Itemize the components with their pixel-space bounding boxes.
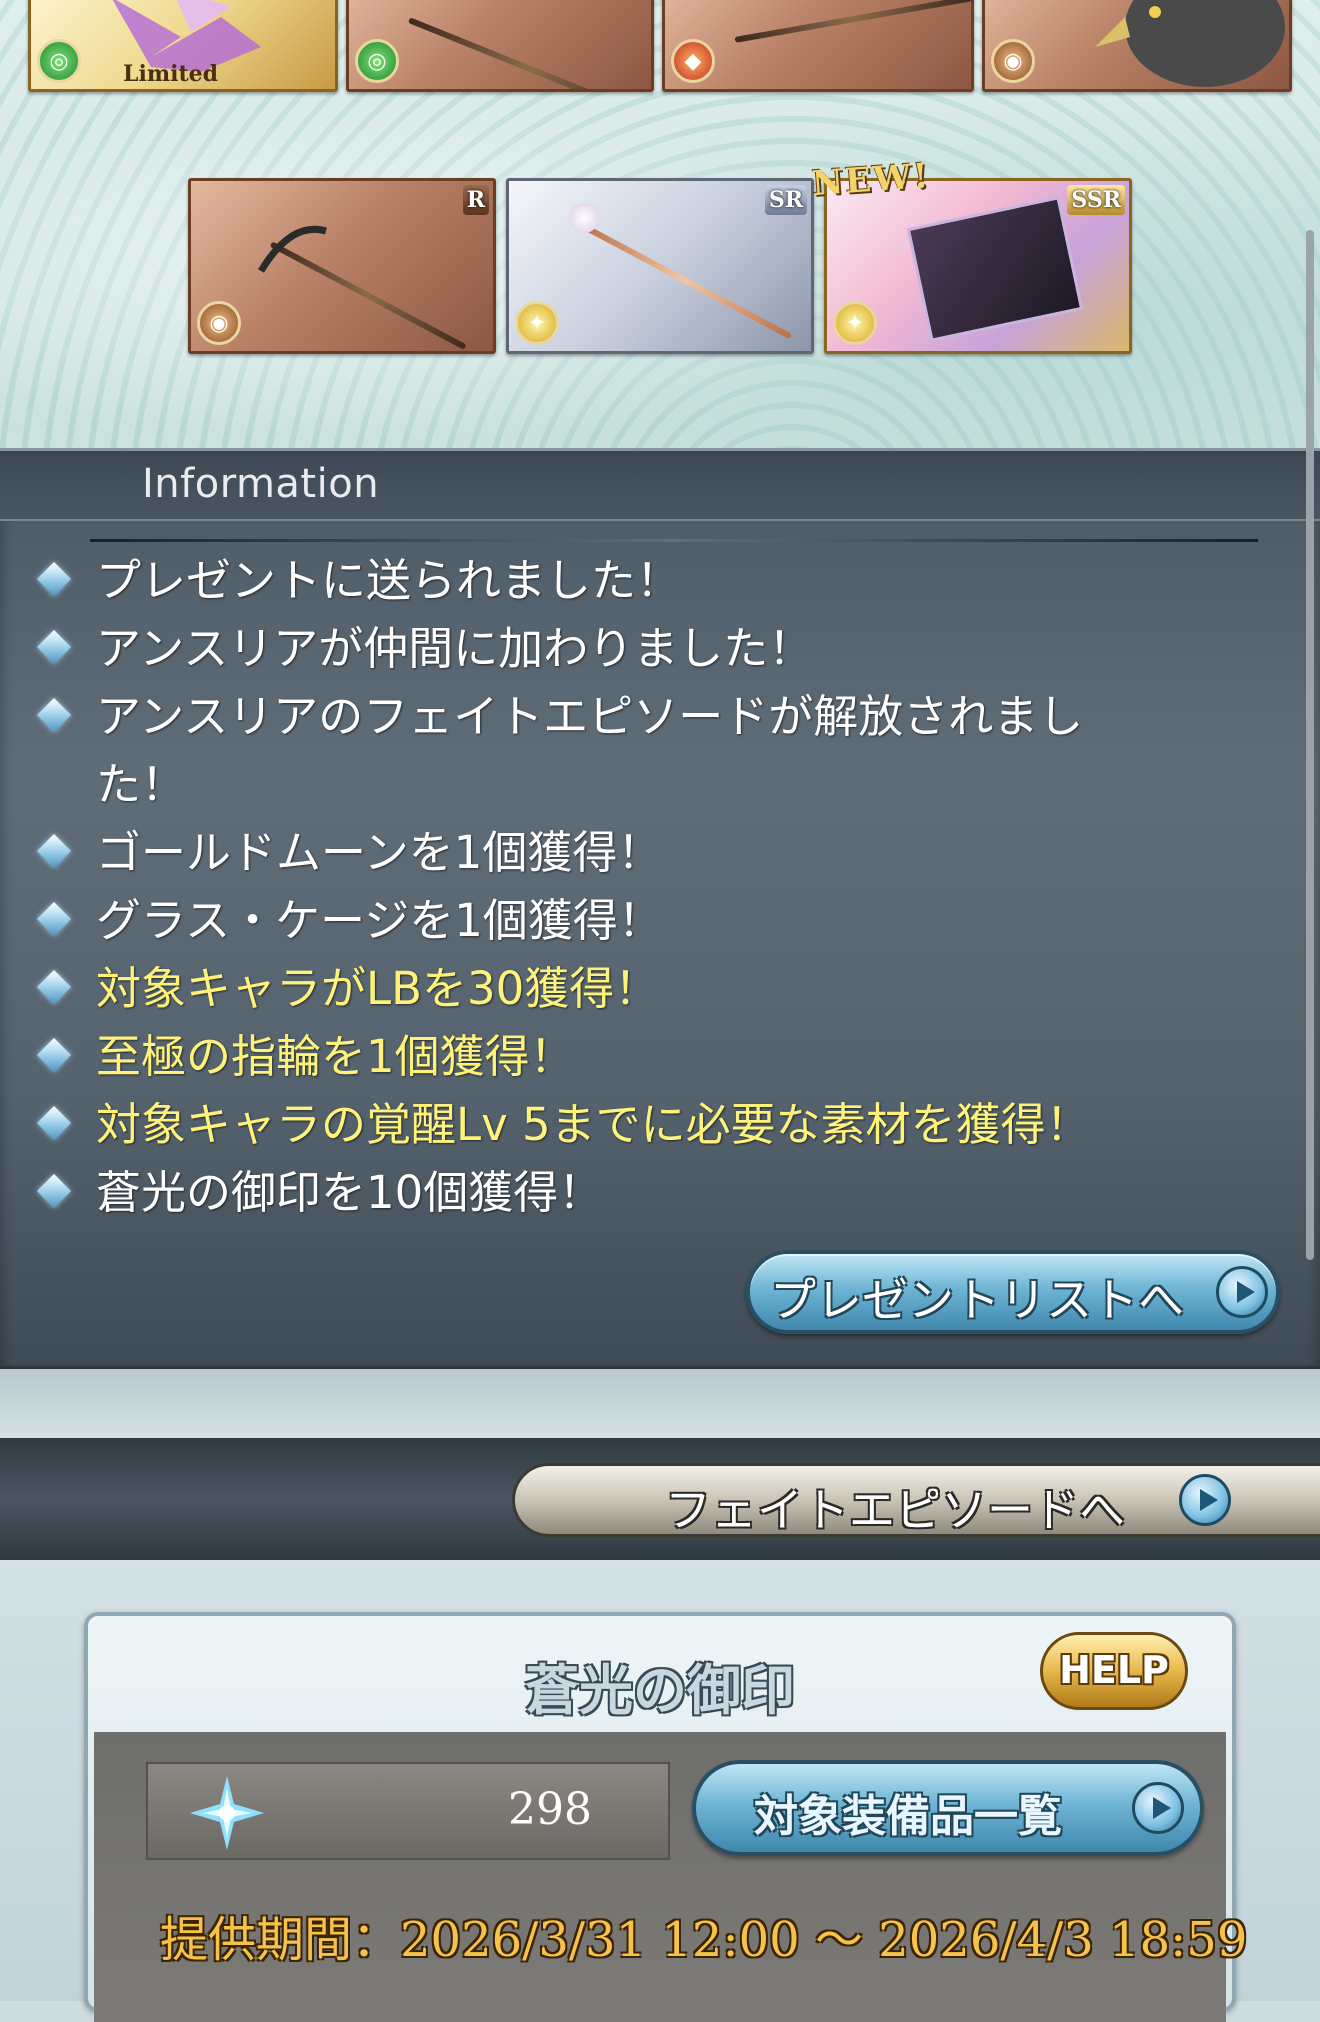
- target-equipment-button[interactable]: 対象装備品一覧: [692, 1760, 1204, 1856]
- rarity-badge: R: [462, 185, 489, 215]
- message-list: プレゼントに送られました！ アンスリアが仲間に加わりました！ アンスリアのフェイ…: [0, 547, 1300, 1227]
- diamond-bullet-icon: [37, 1038, 71, 1072]
- rarity-badge: SR: [764, 185, 807, 215]
- message-text: アンスリアのフェイトエピソードが解放されました！: [96, 690, 1084, 811]
- diamond-bullet-icon: [37, 834, 71, 868]
- present-list-label: プレゼントリストへ: [770, 1273, 1184, 1327]
- message-text: 蒼光の御印を10個獲得！: [96, 1166, 604, 1219]
- message-text: 対象キャラの覚醒Lv 5までに必要な素材を獲得！: [96, 1098, 1091, 1151]
- message-text: グラス・ケージを1個獲得！: [96, 894, 663, 947]
- wind-icon: ◎: [355, 39, 399, 83]
- light-icon: ✦: [515, 301, 559, 345]
- seal-count-box: 298: [146, 1762, 670, 1860]
- item-tile-limited[interactable]: ◎ Limited: [28, 0, 338, 92]
- message-item: アンスリアが仲間に加わりました！: [0, 615, 1300, 683]
- help-button[interactable]: HELP: [1040, 1632, 1188, 1710]
- target-equipment-label: 対象装備品一覧: [754, 1791, 1062, 1842]
- diamond-bullet-icon: [37, 1174, 71, 1208]
- seal-body: 298 対象装備品一覧 提供期間：2026/3/31 12:00 〜 2026/…: [94, 1732, 1247, 2022]
- message-item-highlight: 至極の指輪を1個獲得！: [0, 1023, 1300, 1091]
- fate-episode-button[interactable]: フェイトエピソードへ: [512, 1463, 1320, 1537]
- divider: [90, 539, 1258, 542]
- fate-episode-label: フェイトエピソードへ: [665, 1483, 1125, 1537]
- message-text: アンスリアが仲間に加わりました！: [96, 622, 814, 675]
- information-title: Information: [142, 461, 380, 507]
- fire-icon: ◆: [671, 39, 715, 83]
- wind-icon: ◎: [37, 39, 81, 83]
- limited-label: Limited: [123, 61, 219, 87]
- message-text: 対象キャラがLBを30獲得！: [96, 962, 660, 1015]
- diamond-bullet-icon: [37, 902, 71, 936]
- message-item: プレゼントに送られました！: [0, 547, 1300, 615]
- staff-art: [577, 221, 793, 340]
- new-badge: NEW!: [810, 155, 932, 205]
- information-panel: Information プレゼントに送られました！ アンスリアが仲間に加わりまし…: [0, 448, 1320, 1372]
- acquired-items-area: ◎ Limited ◎ ◆ ◉ R ◉ SR ✦ SSR ✦ NEW!: [0, 0, 1320, 450]
- arrow-right-icon: [1216, 1266, 1268, 1318]
- information-header: Information: [0, 451, 1320, 521]
- eagle-art: [1095, 0, 1285, 87]
- earth-icon: ◉: [991, 39, 1035, 83]
- item-tile-staff-sr[interactable]: SR ✦: [506, 178, 814, 354]
- earth-icon: ◉: [197, 301, 241, 345]
- offer-period: 提供期間：2026/3/31 12:00 〜 2026/4/3 18:59: [160, 1912, 1248, 1968]
- item-tile-eagle[interactable]: ◉: [982, 0, 1292, 92]
- light-icon: ✦: [833, 301, 877, 345]
- diamond-bullet-icon: [37, 562, 71, 596]
- seal-count: 298: [508, 1784, 592, 1835]
- message-text: ゴールドムーンを1個獲得！: [96, 826, 663, 879]
- item-tile-scythe-r[interactable]: R ◉: [188, 178, 496, 354]
- rarity-badge: SSR: [1067, 185, 1125, 215]
- arrow-right-icon: [1132, 1782, 1184, 1834]
- seal-panel: 蒼光の御印 HELP 298 対象装備品一覧 提供期間：2026/3/31 12…: [84, 1612, 1247, 2022]
- orb-art: [569, 203, 599, 233]
- arrow-right-icon: [1179, 1474, 1231, 1526]
- message-item-highlight: 対象キャラの覚醒Lv 5までに必要な素材を獲得！: [0, 1091, 1300, 1159]
- message-item: ゴールドムーンを1個獲得！: [0, 819, 1300, 887]
- diamond-bullet-icon: [37, 1106, 71, 1140]
- scrollbar[interactable]: [1306, 230, 1314, 1260]
- diamond-bullet-icon: [37, 698, 71, 732]
- message-text: プレゼントに送られました！: [96, 554, 682, 607]
- scythe-art: [734, 0, 971, 43]
- message-item: 蒼光の御印を10個獲得！: [0, 1159, 1300, 1227]
- diamond-bullet-icon: [37, 970, 71, 1004]
- staff-art: [407, 17, 651, 89]
- message-item-highlight: 対象キャラがLBを30獲得！: [0, 955, 1300, 1023]
- item-tile-tome-ssr[interactable]: SSR ✦: [824, 178, 1132, 354]
- present-list-button[interactable]: プレゼントリストへ: [746, 1250, 1280, 1334]
- message-item: グラス・ケージを1個獲得！: [0, 887, 1300, 955]
- item-tile-scythe[interactable]: ◆: [662, 0, 974, 92]
- item-tile-staff[interactable]: ◎: [346, 0, 654, 92]
- diamond-bullet-icon: [37, 630, 71, 664]
- message-item: アンスリアのフェイトエピソードが解放されました！: [0, 683, 1300, 819]
- tome-art: [906, 196, 1084, 342]
- blade-art: [257, 225, 327, 273]
- message-text: 至極の指輪を1個獲得！: [96, 1030, 575, 1083]
- seal-crystal-icon: [190, 1776, 264, 1850]
